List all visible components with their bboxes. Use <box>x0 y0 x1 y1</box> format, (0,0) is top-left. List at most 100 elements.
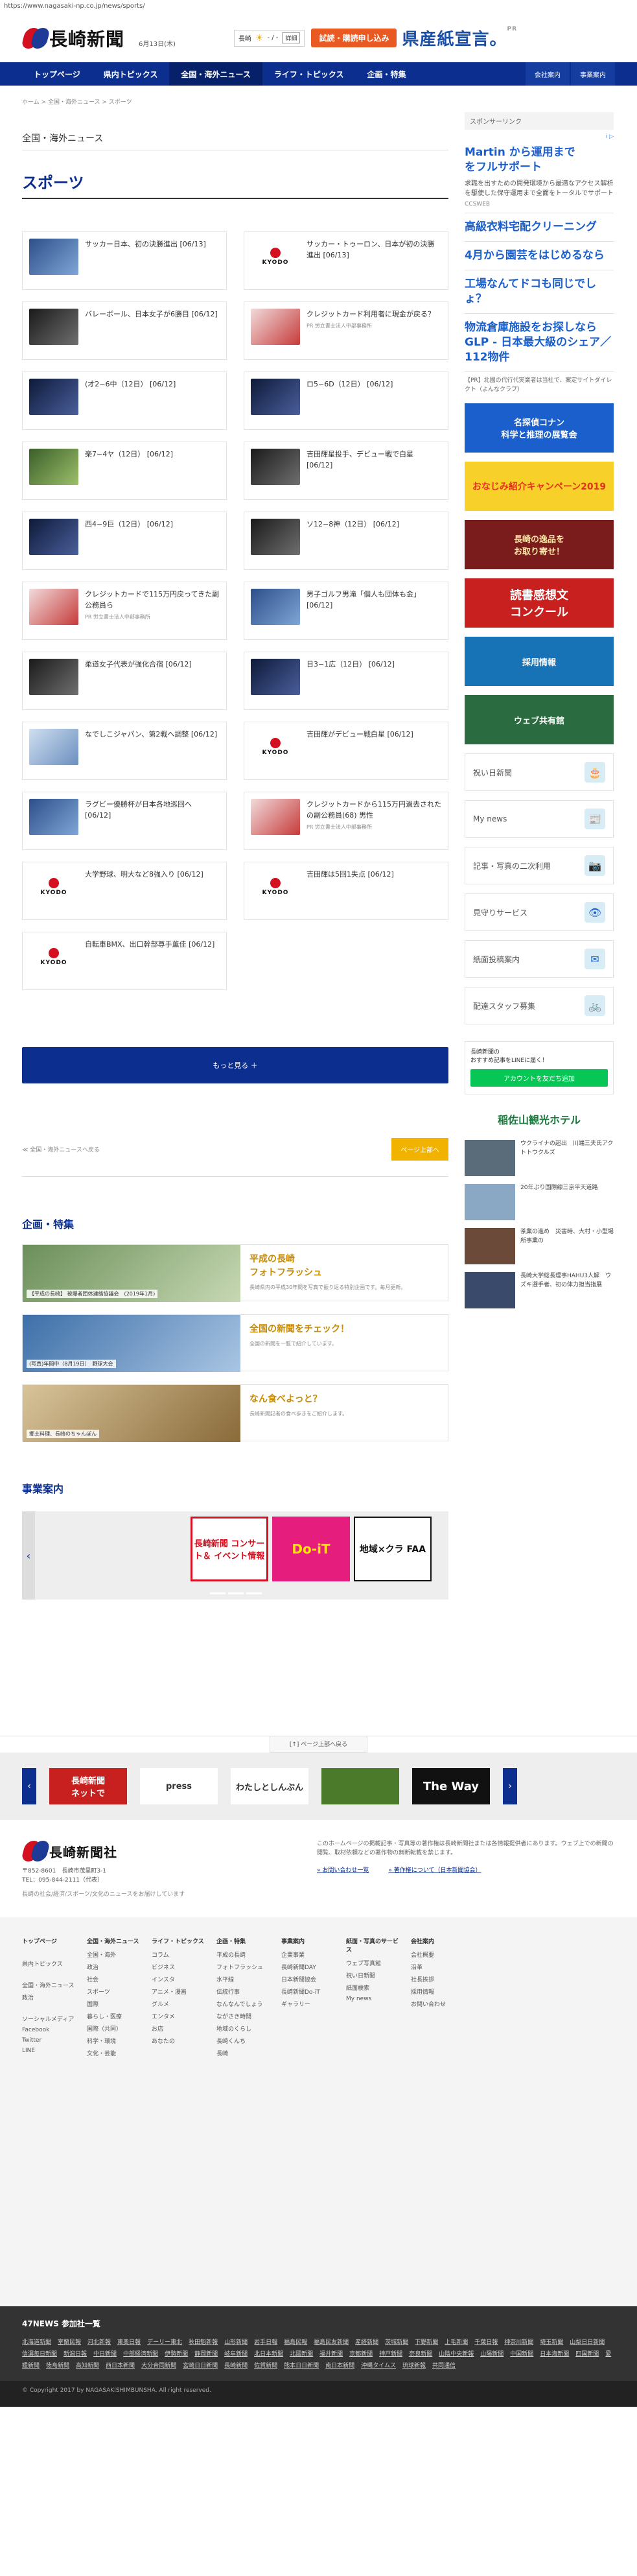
article-card[interactable]: KYODO 吉田輝がデビュー戦白星 [06/12] <box>244 722 448 780</box>
article-card[interactable]: ラグビー優勝杯が日本各地巡回へ [06/12] <box>22 792 227 850</box>
sidebar-news-item[interactable]: 20年ぶり国際線三京平天道路 <box>465 1184 614 1221</box>
service-link[interactable]: 見守りサービス 👁 <box>465 893 614 932</box>
sidebar-news-item[interactable]: ウクライナの超出 川端三夫氏アクトトウクルズ <box>465 1140 614 1177</box>
network-paper-link[interactable]: 西日本新聞 <box>106 2363 135 2369</box>
sitemap-link[interactable]: 長崎くんち <box>216 2037 273 2045</box>
sitemap-link[interactable]: インスタ <box>152 1975 209 1983</box>
article-card[interactable]: バレーボール、日本女子が6勝目 [06/12] <box>22 301 227 360</box>
network-paper-link[interactable]: 琉球新報 <box>402 2363 426 2369</box>
sitemap-link[interactable]: 全国・海外ニュース <box>22 1981 79 1989</box>
service-link[interactable]: 記事・写真の二次利用 📷 <box>465 847 614 885</box>
article-card[interactable]: なでしこジャパン、第2戦へ調整 [06/12] <box>22 722 227 780</box>
sitemap-link[interactable]: アニメ・漫画 <box>152 1987 209 1996</box>
sitemap-link[interactable]: 県内トピックス <box>22 1959 79 1968</box>
network-paper-link[interactable]: 長崎新聞 <box>224 2363 248 2369</box>
partner-banner-press[interactable]: press <box>140 1768 218 1804</box>
network-paper-link[interactable]: 熊本日日新聞 <box>284 2363 319 2369</box>
article-card[interactable]: 楽7−4ヤ（12日） [06/12] <box>22 442 227 500</box>
nav-local[interactable]: 県内トピックス <box>92 62 170 86</box>
network-paper-link[interactable]: 中国新聞 <box>510 2351 533 2357</box>
network-paper-link[interactable]: 共同通信 <box>432 2363 456 2369</box>
nav-business[interactable]: 事業案内 <box>571 62 615 86</box>
article-card[interactable]: KYODO 吉田輝は5回1失点 [06/12] <box>244 862 448 920</box>
feature-card[interactable]: (写真)年間中（8月19日） 野球大会 全国の新聞をチェック！ 全国の新聞を一覧で紹… <box>22 1314 448 1372</box>
network-paper-link[interactable]: 北日本新聞 <box>254 2351 283 2357</box>
sponsor-ad-3[interactable]: 工場なんてドコも同じでしょ？ <box>465 270 614 314</box>
sitemap-link[interactable]: 政治 <box>87 1963 144 1971</box>
banner-prev-icon[interactable]: ‹ <box>22 1768 36 1804</box>
network-paper-link[interactable]: 宮崎日日新聞 <box>183 2363 218 2369</box>
network-paper-link[interactable]: 福井新聞 <box>319 2351 343 2357</box>
sitemap-link[interactable]: 暮らし・医療 <box>87 2012 144 2020</box>
sitemap-link[interactable]: ソーシャルメディア <box>22 2015 79 2023</box>
carousel-prev-icon[interactable]: ‹ <box>22 1511 35 1600</box>
article-card[interactable]: 柔道女子代表が強化合宿 [06/12] <box>22 652 227 710</box>
network-paper-link[interactable]: 京都新聞 <box>349 2351 373 2357</box>
weather-detail-link[interactable]: 詳細 <box>282 32 301 43</box>
sitemap-heading[interactable]: 企画・特集 <box>216 1937 273 1945</box>
nav-features[interactable]: 企画・特集 <box>355 62 417 86</box>
partner-banner-green[interactable] <box>321 1768 399 1804</box>
breadcrumb[interactable]: ホーム > 全国・海外ニュース > スポーツ <box>22 97 615 106</box>
banner-next-icon[interactable]: › <box>503 1768 517 1804</box>
sitemap-link[interactable]: 紙面検索 <box>346 1983 403 1992</box>
network-paper-link[interactable]: 伊勢新聞 <box>165 2351 188 2357</box>
sitemap-link[interactable]: 社長挨拶 <box>411 1975 468 1983</box>
nav-national[interactable]: 全国・海外ニュース <box>169 62 262 86</box>
network-paper-link[interactable]: 北國新聞 <box>290 2351 313 2357</box>
sitemap-link[interactable]: ながさき時間 <box>216 2012 273 2020</box>
partner-banner-theway[interactable]: The Way <box>412 1768 490 1804</box>
sponsor-ad-main[interactable]: Martin から運用まで をフルサポート 求職を出すための開発環境から最適なア… <box>465 140 614 213</box>
business-tile-faa[interactable]: 地域×クラ FAA <box>354 1517 432 1581</box>
network-paper-link[interactable]: デーリー東北 <box>147 2339 182 2346</box>
sitemap-link[interactable]: 平成の長崎 <box>216 1950 273 1959</box>
article-card[interactable]: サッカー日本、初の決勝進出 [06/13] <box>22 231 227 290</box>
article-card[interactable]: クレジットカードで115万円戻ってきた副公務員ら PR 労立書士法人中部事務所 <box>22 582 227 640</box>
network-paper-link[interactable]: 秋田魁新報 <box>189 2339 218 2346</box>
sitemap-link[interactable]: 長崎新聞Do-iT <box>281 1987 338 1996</box>
network-paper-link[interactable]: 山陰中央新報 <box>439 2351 474 2357</box>
network-paper-link[interactable]: 静岡新聞 <box>194 2351 218 2357</box>
banner-campaign[interactable]: おなじみ紹介キャンペーン2019 <box>465 462 614 512</box>
sitemap-link[interactable]: 長崎新聞DAY <box>281 1963 338 1971</box>
article-card[interactable]: (才2−6中（12日） [06/12] <box>22 372 227 430</box>
sitemap-link[interactable]: 文化・芸能 <box>87 2049 144 2057</box>
sitemap-heading[interactable]: ライフ・トピックス <box>152 1937 209 1945</box>
banner-essay-contest[interactable]: 読書感想文 コンクール <box>465 578 614 628</box>
feature-card[interactable]: 郷土料理、長崎のちゃんぽん なん食べよっと？ 長崎新聞記者の食べ歩きをご紹介します。 <box>22 1384 448 1442</box>
nav-top[interactable]: トップページ <box>22 62 92 86</box>
network-paper-link[interactable]: 四国新聞 <box>575 2351 599 2357</box>
article-card[interactable]: クレジットカードから115万円過去されたの副公務員(68) 男性 PR 労立書士法… <box>244 792 448 850</box>
network-paper-link[interactable]: 福島民報 <box>284 2339 307 2346</box>
network-paper-link[interactable]: 岩手日報 <box>254 2339 277 2346</box>
article-card[interactable]: 日3−1広（12日） [06/12] <box>244 652 448 710</box>
contact-link[interactable]: » お問い合わせ一覧 <box>317 1866 369 1875</box>
sitemap-link[interactable]: 水平線 <box>216 1975 273 1983</box>
network-paper-link[interactable]: 福島民友新聞 <box>314 2339 349 2346</box>
service-link[interactable]: My news 📰 <box>465 800 614 838</box>
network-paper-link[interactable]: 新潟日報 <box>64 2351 87 2357</box>
network-paper-link[interactable]: 産経新聞 <box>355 2339 378 2346</box>
ad-info-icon[interactable]: i ▷ <box>465 134 614 140</box>
site-logo[interactable]: 長崎新聞 <box>20 25 124 51</box>
load-more-button[interactable]: もっと見る ＋ <box>22 1047 448 1083</box>
header-ad-banner[interactable]: 県産紙宣言。PR <box>402 26 517 50</box>
sitemap-link[interactable]: 長崎 <box>216 2049 273 2057</box>
banner-recruit[interactable]: 採用情報 <box>465 637 614 687</box>
article-card[interactable]: ロ5−6D（12日） [06/12] <box>244 372 448 430</box>
sitemap-link[interactable]: 伝統行事 <box>216 1987 273 1996</box>
sitemap-link[interactable]: お問い合わせ <box>411 2000 468 2008</box>
sitemap-link[interactable]: ビジネス <box>152 1963 209 1971</box>
article-card[interactable]: ソ12−8神（12日） [06/12] <box>244 512 448 570</box>
network-paper-link[interactable]: 河北新報 <box>87 2339 111 2346</box>
network-paper-link[interactable]: 室蘭民報 <box>58 2339 81 2346</box>
banner-shop[interactable]: 長崎の逸品を お取り寄せ！ <box>465 520 614 570</box>
feature-card[interactable]: 【平成の長崎】 被爆者団体連絡協議会 (2019年1月) 平成の長崎 フォトフラッ… <box>22 1244 448 1302</box>
partner-banner-watashi[interactable]: わたしとしんぶん <box>231 1768 308 1804</box>
network-paper-link[interactable]: 高知新聞 <box>76 2363 99 2369</box>
sitemap-link[interactable]: 科学・環境 <box>87 2037 144 2045</box>
network-paper-link[interactable]: 茨城新聞 <box>385 2339 408 2346</box>
network-paper-link[interactable]: 日本海新聞 <box>540 2351 569 2357</box>
sitemap-link[interactable]: スポーツ <box>87 1987 144 1996</box>
network-paper-link[interactable]: 上毛新聞 <box>445 2339 468 2346</box>
